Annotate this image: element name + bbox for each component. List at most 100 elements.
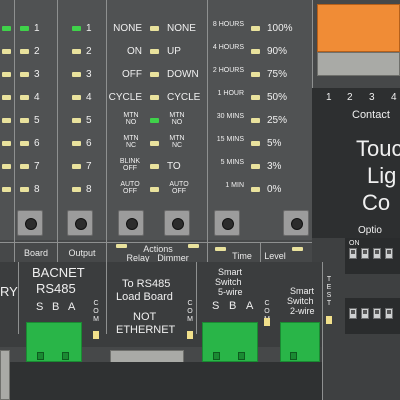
led-board-2 xyxy=(20,49,29,54)
output-num-5: 5 xyxy=(86,115,92,126)
smart5-pin-a: A xyxy=(246,300,254,312)
smart5-terminal[interactable] xyxy=(202,322,258,362)
level-label-7: 3% xyxy=(267,161,282,172)
panel-output-column xyxy=(58,0,106,240)
bacnet-subtitle: RS485 xyxy=(36,281,76,296)
board-num-8: 8 xyxy=(34,184,40,195)
title-line-2: Lig xyxy=(367,163,397,188)
contact-terminal-clips xyxy=(317,52,400,76)
actions-indicator-left xyxy=(116,244,127,248)
led-output-1 xyxy=(72,26,81,31)
led-board-6 xyxy=(20,141,29,146)
board-select-button[interactable] xyxy=(17,210,43,236)
level-label-3: 75% xyxy=(267,69,288,80)
smart2-line-1: Smart xyxy=(290,286,315,296)
led-board-8 xyxy=(20,187,29,192)
title-line-3: Co xyxy=(362,190,391,215)
level-label-5: 25% xyxy=(267,115,288,126)
relay-label-5: MTN NO xyxy=(123,112,139,126)
led-action-8 xyxy=(150,187,159,192)
led-output-4 xyxy=(72,95,81,100)
dip-8 xyxy=(385,308,393,319)
tab-output: Output xyxy=(68,248,96,258)
led-a1 xyxy=(2,26,11,31)
relay-label-8: AUTO OFF xyxy=(120,181,140,195)
output-num-1: 1 xyxy=(86,23,92,34)
bacnet-indicator xyxy=(93,331,99,339)
led-output-6 xyxy=(72,141,81,146)
smart2-terminal[interactable] xyxy=(280,322,320,362)
relay-action-button[interactable] xyxy=(118,210,144,236)
board-lower-edge xyxy=(0,362,322,400)
time-select-button[interactable] xyxy=(214,210,240,236)
dip-2 xyxy=(361,248,369,259)
panel-time-level-column xyxy=(208,0,312,240)
led-action-4 xyxy=(150,95,159,100)
smart5-terminal-screw-2 xyxy=(238,352,245,360)
bacnet-title: BACNET xyxy=(32,265,85,280)
relay-label-1: NONE xyxy=(113,23,142,34)
dimmer-label-4: CYCLE xyxy=(167,92,201,103)
tab-time: Time xyxy=(232,251,252,261)
board-num-1: 1 xyxy=(34,23,40,34)
led-a3 xyxy=(2,72,11,77)
output-num-6: 6 xyxy=(86,138,92,149)
dimmer-label-8: AUTO OFF xyxy=(169,181,189,195)
dimmer-label-3: DOWN xyxy=(167,69,199,80)
level-label-2: 90% xyxy=(267,46,288,57)
test-indicator xyxy=(326,316,332,324)
tab-board: Board xyxy=(23,248,49,258)
bacnet-terminal-screw-2 xyxy=(62,352,69,360)
led-action-7 xyxy=(150,164,159,169)
led-action-5 xyxy=(150,118,159,123)
level-label-4: 50% xyxy=(267,92,288,103)
actions-indicator-right xyxy=(188,244,199,248)
dimmer-label-5: MTN NO xyxy=(169,112,185,126)
relay-label-4: CYCLE xyxy=(108,92,142,103)
level-label-8: 0% xyxy=(267,184,282,195)
led-a2 xyxy=(2,49,11,54)
dimmer-action-button[interactable] xyxy=(164,210,190,236)
led-output-7 xyxy=(72,164,81,169)
board-num-4: 4 xyxy=(34,92,40,103)
led-tl-6 xyxy=(251,141,260,146)
led-tl-1 xyxy=(251,26,260,31)
led-a5 xyxy=(2,118,11,123)
time-label-8: 1 MIN xyxy=(225,182,244,189)
time-label-7: 5 MINS xyxy=(220,159,244,166)
bacnet-com: COM xyxy=(93,300,99,323)
contact-num-1: 1 xyxy=(326,92,332,103)
led-action-3 xyxy=(150,72,159,77)
contact-label: Contact xyxy=(352,109,390,121)
dip-6 xyxy=(361,308,369,319)
level-label-6: 5% xyxy=(267,138,282,149)
bacnet-terminal[interactable] xyxy=(26,322,82,362)
smart5-pin-s: S xyxy=(212,300,220,312)
led-board-3 xyxy=(20,72,29,77)
bacnet-pin-b: B xyxy=(52,301,60,313)
options-label: Optio xyxy=(358,225,382,236)
contact-terminal[interactable] xyxy=(317,4,400,52)
led-output-8 xyxy=(72,187,81,192)
led-board-5 xyxy=(20,118,29,123)
rs485-com: COM xyxy=(187,300,193,323)
left-lower-connector xyxy=(0,350,10,400)
smart2-terminal-screw xyxy=(290,352,297,360)
rs485-indicator xyxy=(187,331,193,339)
dip-7 xyxy=(373,308,381,319)
rs485-line-2: Load Board xyxy=(116,291,173,303)
level-select-button[interactable] xyxy=(283,210,309,236)
dimmer-label-6: MTN NC xyxy=(169,135,185,149)
led-action-2 xyxy=(150,49,159,54)
led-tl-7 xyxy=(251,164,260,169)
level-label-1: 100% xyxy=(267,23,293,34)
led-tl-5 xyxy=(251,118,260,123)
led-a6 xyxy=(2,141,11,146)
rs485-line-1: To RS485 xyxy=(122,278,171,290)
led-board-4 xyxy=(20,95,29,100)
smart2-line-3: 2-wire xyxy=(290,306,315,316)
output-select-button[interactable] xyxy=(67,210,93,236)
led-output-3 xyxy=(72,72,81,77)
relay-label-2: ON xyxy=(127,46,142,57)
led-a8 xyxy=(2,187,11,192)
